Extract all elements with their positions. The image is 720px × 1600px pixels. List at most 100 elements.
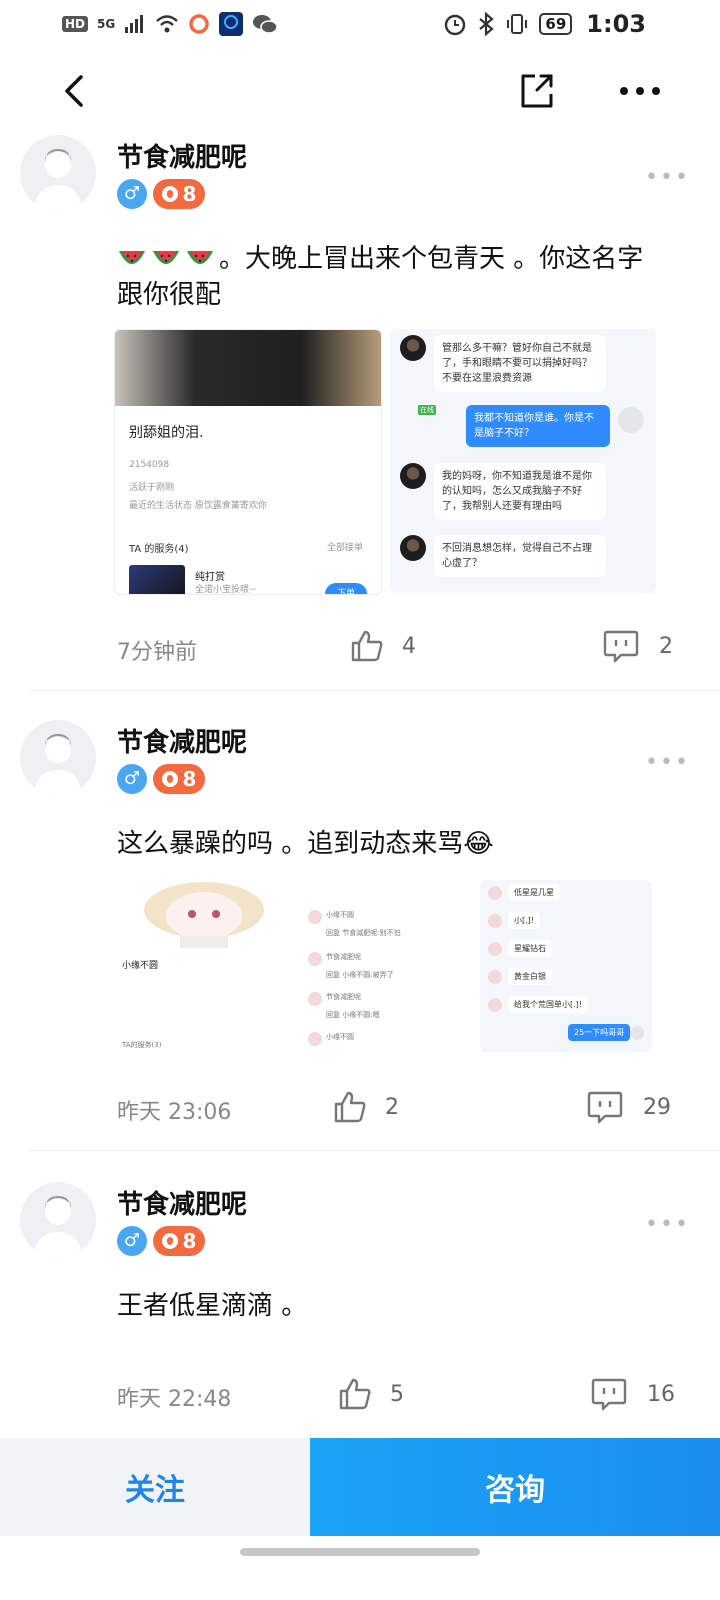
like-button[interactable]: 5 bbox=[338, 1377, 404, 1411]
hd-icon: HD bbox=[62, 16, 89, 32]
level-drop-icon bbox=[161, 771, 178, 787]
level-badge: 8 bbox=[153, 1226, 205, 1256]
post-time: 昨天 22:48 bbox=[117, 1387, 232, 1412]
list-name: 小缘不圆 bbox=[326, 911, 354, 919]
list-name: 小缘不圆 bbox=[326, 1033, 354, 1041]
comment-count: 16 bbox=[647, 1381, 675, 1407]
post-time: 昨天 23:06 bbox=[117, 1100, 232, 1125]
bottom-action-bar: 关注 咨询 bbox=[0, 1438, 720, 1536]
like-count: 5 bbox=[390, 1381, 404, 1407]
post-more-icon[interactable]: ••• bbox=[645, 750, 690, 775]
chat-message: 管那么多干嘛？管好你自己不就是了，手和眼睛不要可以捐掉好吗？不要在这里浪费资源 bbox=[434, 335, 606, 392]
network-label: 5G bbox=[97, 17, 116, 31]
top-navigation bbox=[0, 58, 720, 128]
chat-message: 星耀钻石 bbox=[508, 940, 552, 957]
alarm-icon bbox=[445, 14, 466, 36]
watermelon-icon bbox=[187, 250, 213, 264]
watermelon-icon bbox=[119, 250, 145, 264]
username[interactable]: 节食减肥呢 bbox=[117, 722, 247, 759]
back-arrow-icon[interactable] bbox=[55, 71, 95, 111]
post-image[interactable]: 别舔姐的泪. 2154098 活跃于刚刚 最近的生活状态 原饮露食簧寄欢你 TA… bbox=[114, 329, 382, 595]
level-value: 8 bbox=[182, 767, 197, 791]
like-button[interactable]: 2 bbox=[333, 1090, 399, 1124]
avatar[interactable] bbox=[20, 720, 96, 796]
anime-avatar bbox=[144, 882, 264, 950]
mini-avatar bbox=[488, 970, 502, 984]
more-options-icon[interactable] bbox=[615, 76, 665, 106]
mini-avatar bbox=[308, 1032, 322, 1046]
list-reply: 回复 小缘不圆:嗯 bbox=[326, 1011, 380, 1019]
level-badge: 8 bbox=[153, 179, 205, 209]
chat-avatar bbox=[400, 463, 426, 489]
divider bbox=[30, 1150, 720, 1151]
like-count: 2 bbox=[385, 1094, 399, 1120]
post-more-icon[interactable]: ••• bbox=[645, 165, 690, 190]
level-badge: 8 bbox=[153, 764, 205, 794]
consult-button[interactable]: 咨询 bbox=[310, 1438, 720, 1536]
clock: 1:03 bbox=[586, 10, 646, 38]
avatar[interactable] bbox=[20, 1182, 96, 1258]
thumbs-up-icon bbox=[334, 1091, 366, 1123]
post-text: 王者低星滴滴 。 bbox=[117, 1291, 308, 1321]
wifi-icon bbox=[156, 15, 179, 33]
post-image[interactable]: 小缘不圆 TA的服务(3) bbox=[114, 880, 294, 1052]
chat-avatar bbox=[400, 335, 426, 361]
chat-message: 黄金白银 bbox=[508, 968, 552, 985]
mini-avatar bbox=[488, 942, 502, 956]
list-reply: 回复 小缘不圆:被弄了 bbox=[326, 971, 394, 979]
username[interactable]: 节食减肥呢 bbox=[117, 137, 247, 174]
comment-count: 29 bbox=[643, 1094, 671, 1120]
comment-button[interactable]: 29 bbox=[587, 1090, 671, 1124]
post: 节食减肥呢 ♂ 8 ••• 这么暴躁的吗 。追到动态来骂😂 小缘不圆 TA的服务… bbox=[0, 720, 720, 1145]
like-button[interactable]: 4 bbox=[350, 629, 416, 663]
male-icon: ♂ bbox=[117, 1226, 147, 1256]
level-drop-icon bbox=[161, 1233, 178, 1249]
post-image[interactable]: 低星是几星 小[.]! 星耀钻石 黄金白银 给我个荒国单小[.]! 25一下吗哥… bbox=[480, 880, 652, 1052]
list-reply: 回复 节食减肥呢:别不怕 bbox=[326, 929, 401, 937]
vibrate-icon bbox=[507, 14, 528, 34]
card-line: 最近的生活状态 原饮露食簧寄欢你 bbox=[129, 501, 267, 511]
mini-avatar bbox=[308, 992, 322, 1006]
share-icon[interactable] bbox=[515, 70, 557, 112]
comment-icon bbox=[603, 630, 639, 663]
bluetooth-icon bbox=[479, 12, 495, 36]
avatar[interactable] bbox=[20, 135, 96, 211]
profile-photo bbox=[115, 330, 381, 406]
chat-avatar bbox=[618, 407, 644, 433]
mini-avatar bbox=[488, 886, 502, 900]
chat-message: 给我个荒国单小[.]! bbox=[508, 996, 588, 1013]
service-sub: 全诺小宝投喂~ bbox=[195, 585, 257, 595]
service-name: 纯打赏 bbox=[195, 572, 225, 583]
card-line: 活跃于刚刚 bbox=[129, 483, 175, 493]
comment-count: 2 bbox=[659, 633, 673, 659]
post-text: 这么暴躁的吗 。追到动态来骂😂 bbox=[117, 829, 494, 859]
post-more-icon[interactable]: ••• bbox=[645, 1212, 690, 1237]
follow-button[interactable]: 关注 bbox=[0, 1438, 310, 1536]
status-bar: HD 5G 69 1:03 bbox=[0, 0, 720, 50]
comment-button[interactable]: 2 bbox=[603, 629, 673, 663]
post: 节食减肥呢 ♂ 8 ••• 王者低星滴滴 。 昨天 22:48 5 16 bbox=[0, 1182, 720, 1432]
home-indicator[interactable] bbox=[240, 1548, 480, 1556]
post-image[interactable]: 管那么多干嘛？管好你自己不就是了，手和眼睛不要可以捐掉好吗？不要在这里浪费资源 … bbox=[390, 329, 656, 593]
male-icon: ♂ bbox=[117, 179, 147, 209]
post-text: 。大晚上冒出来个包青天 。你这名字跟你很配 bbox=[117, 241, 662, 313]
card-name: 小缘不圆 bbox=[122, 961, 159, 971]
post-image[interactable]: 小缘不圆 回复 节食减肥呢:别不怕 节食减肥呢 回复 小缘不圆:被弄了 节食减肥… bbox=[302, 880, 472, 1052]
divider bbox=[30, 690, 720, 691]
card-all: 全部接单 bbox=[326, 543, 363, 553]
mini-avatar bbox=[308, 952, 322, 966]
chat-message: 低星是几星 bbox=[508, 884, 560, 901]
like-count: 4 bbox=[402, 633, 416, 659]
online-tag: 在线 bbox=[418, 405, 436, 415]
wechat-icon bbox=[253, 15, 278, 34]
card-id: 2154098 bbox=[129, 460, 170, 470]
mini-avatar bbox=[488, 914, 502, 928]
chat-message: 我都不知道你是谁。你是不是脑子不好？ bbox=[466, 405, 610, 447]
level-drop-icon bbox=[161, 186, 178, 202]
comment-button[interactable]: 16 bbox=[591, 1377, 675, 1411]
chat-avatar bbox=[400, 535, 426, 561]
username[interactable]: 节食减肥呢 bbox=[117, 1184, 247, 1221]
mini-avatar bbox=[630, 1026, 644, 1040]
chat-message-self: 25一下吗哥哥 bbox=[568, 1024, 631, 1041]
post-time: 7分钟前 bbox=[117, 640, 197, 665]
